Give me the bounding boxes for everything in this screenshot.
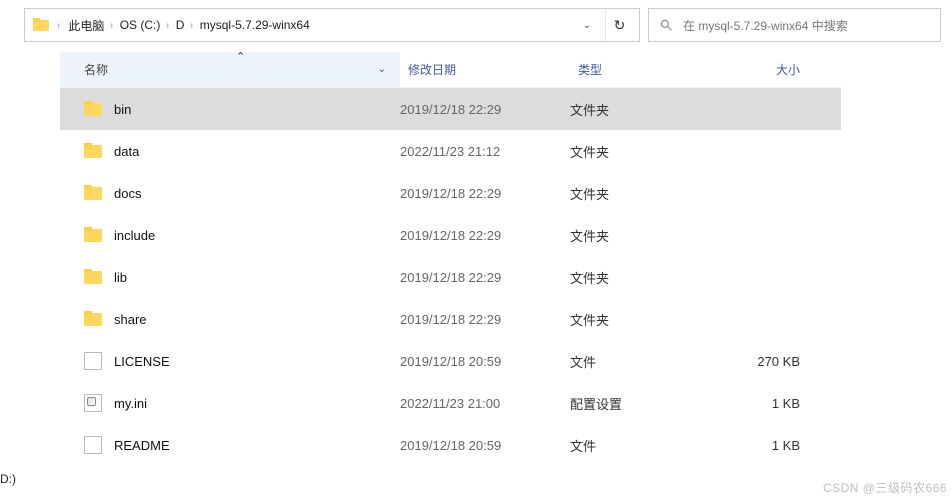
- settings-file-icon: [84, 394, 102, 412]
- chevron-right-icon[interactable]: ›: [189, 20, 194, 31]
- file-row[interactable]: README 2019/12/18 20:59文件1 KB: [60, 424, 841, 466]
- file-type: 文件夹: [570, 100, 700, 119]
- breadcrumb-item[interactable]: mysql-5.7.29-winx64: [200, 18, 310, 32]
- file-name-cell: lib: [60, 269, 400, 285]
- chevron-right-icon[interactable]: ›: [165, 20, 170, 31]
- file-row[interactable]: lib 2019/12/18 22:29文件夹: [60, 256, 841, 298]
- file-type: 文件: [570, 436, 700, 455]
- file-row[interactable]: share 2019/12/18 22:29文件夹: [60, 298, 841, 340]
- file-date: 2019/12/18 22:29: [400, 228, 570, 243]
- folder-icon: [84, 101, 102, 117]
- folder-icon: [84, 269, 102, 285]
- chevron-right-icon[interactable]: ›: [109, 20, 114, 31]
- file-name-cell: bin: [60, 101, 400, 117]
- folder-icon: [33, 18, 49, 32]
- file-row[interactable]: LICENSE 2019/12/18 20:59文件270 KB: [60, 340, 841, 382]
- folder-icon: [84, 143, 102, 159]
- chevron-right-icon[interactable]: ›: [56, 20, 61, 31]
- sidebar-item-drive[interactable]: D:): [0, 472, 16, 486]
- file-name: data: [114, 144, 139, 159]
- file-row[interactable]: docs 2019/12/18 22:29文件夹: [60, 172, 841, 214]
- toolbar: › 此电脑› OS (C:)› D› mysql-5.7.29-winx64 ⌄…: [0, 0, 951, 52]
- file-type: 文件: [570, 352, 700, 371]
- file-row[interactable]: my.ini 2022/11/23 21:00配置设置1 KB: [60, 382, 841, 424]
- file-name-cell: README: [60, 436, 400, 454]
- file-name: include: [114, 228, 155, 243]
- column-header-date[interactable]: 修改日期: [400, 61, 570, 78]
- column-header-size[interactable]: 大小: [700, 61, 820, 78]
- column-header-type[interactable]: 类型: [570, 61, 700, 78]
- file-size: 1 KB: [700, 438, 820, 453]
- file-date: 2019/12/18 22:29: [400, 186, 570, 201]
- sort-ascending-icon: ⌃: [236, 50, 245, 63]
- file-name-cell: data: [60, 143, 400, 159]
- file-icon: [84, 436, 102, 454]
- search-placeholder: 在 mysql-5.7.29-winx64 中搜索: [683, 17, 848, 34]
- column-header-name[interactable]: 名称⌄: [60, 52, 400, 87]
- search-icon: [659, 18, 673, 32]
- file-name-cell: my.ini: [60, 394, 400, 412]
- breadcrumb-item[interactable]: OS (C:)›: [120, 18, 172, 32]
- refresh-button[interactable]: ↻: [605, 9, 633, 41]
- file-type: 文件夹: [570, 184, 700, 203]
- file-list: ⌃ 名称⌄ 修改日期 类型 大小 bin2019/12/18 22:29文件夹d…: [0, 52, 951, 466]
- file-name: README: [114, 438, 170, 453]
- file-row[interactable]: bin 2019/12/18 22:29文件夹: [60, 88, 841, 130]
- folder-icon: [84, 311, 102, 327]
- file-name-cell: include: [60, 227, 400, 243]
- column-headers: 名称⌄ 修改日期 类型 大小: [60, 52, 841, 88]
- file-date: 2022/11/23 21:00: [400, 396, 570, 411]
- file-date: 2022/11/23 21:12: [400, 144, 570, 159]
- folder-icon: [84, 185, 102, 201]
- watermark: CSDN @三级码农666: [823, 479, 947, 496]
- file-name: bin: [114, 102, 131, 117]
- folder-icon: [84, 227, 102, 243]
- file-type: 文件夹: [570, 226, 700, 245]
- file-size: 1 KB: [700, 396, 820, 411]
- chevron-down-icon[interactable]: ⌄: [378, 64, 386, 75]
- file-name: LICENSE: [114, 354, 170, 369]
- file-row[interactable]: include 2019/12/18 22:29文件夹: [60, 214, 841, 256]
- chevron-down-icon[interactable]: ⌄: [575, 20, 599, 31]
- file-icon: [84, 352, 102, 370]
- file-name-cell: LICENSE: [60, 352, 400, 370]
- file-name: docs: [114, 186, 141, 201]
- file-date: 2019/12/18 22:29: [400, 102, 570, 117]
- file-date: 2019/12/18 22:29: [400, 312, 570, 327]
- file-type: 文件夹: [570, 268, 700, 287]
- file-date: 2019/12/18 20:59: [400, 354, 570, 369]
- file-date: 2019/12/18 20:59: [400, 438, 570, 453]
- file-type: 配置设置: [570, 394, 700, 413]
- file-type: 文件夹: [570, 142, 700, 161]
- file-size: 270 KB: [700, 354, 820, 369]
- file-name-cell: docs: [60, 185, 400, 201]
- address-bar[interactable]: › 此电脑› OS (C:)› D› mysql-5.7.29-winx64 ⌄…: [24, 8, 640, 42]
- file-date: 2019/12/18 22:29: [400, 270, 570, 285]
- file-name: share: [114, 312, 147, 327]
- file-name-cell: share: [60, 311, 400, 327]
- breadcrumb-item[interactable]: D›: [176, 18, 196, 32]
- search-input[interactable]: 在 mysql-5.7.29-winx64 中搜索: [648, 8, 941, 42]
- file-name: my.ini: [114, 396, 147, 411]
- file-name: lib: [114, 270, 127, 285]
- breadcrumb: 此电脑› OS (C:)› D› mysql-5.7.29-winx64: [68, 17, 568, 34]
- breadcrumb-item[interactable]: 此电脑›: [68, 17, 115, 34]
- file-type: 文件夹: [570, 310, 700, 329]
- file-row[interactable]: data 2022/11/23 21:12文件夹: [60, 130, 841, 172]
